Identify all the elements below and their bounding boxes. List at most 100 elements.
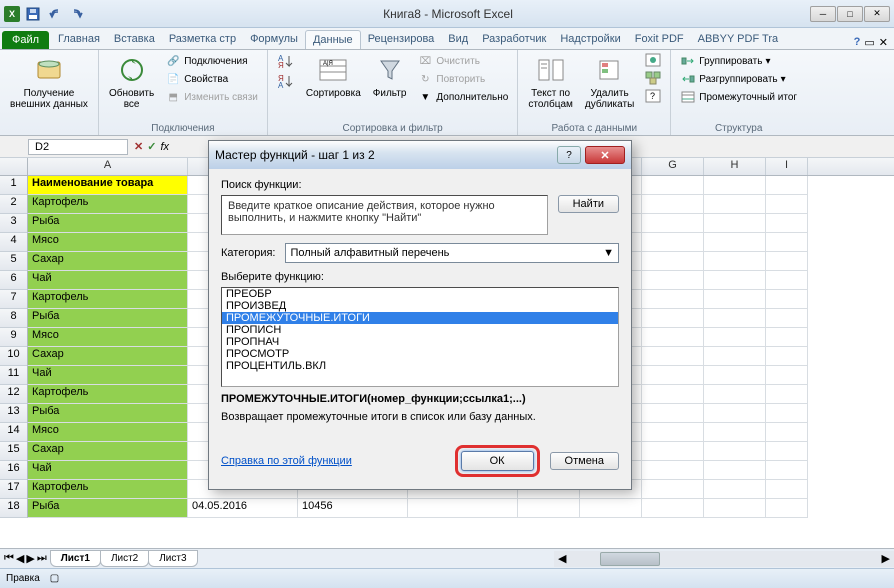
cell[interactable] [766, 290, 808, 309]
column-header[interactable]: G [642, 158, 704, 175]
function-help-link[interactable]: Справка по этой функции [221, 455, 352, 467]
scroll-left-icon[interactable]: ◀ [554, 552, 570, 565]
select-all-corner[interactable] [0, 158, 28, 175]
reapply-filter-button[interactable]: ↻Повторить [414, 70, 511, 88]
cell[interactable] [642, 385, 704, 404]
cell[interactable] [766, 442, 808, 461]
cell[interactable] [704, 309, 766, 328]
category-select[interactable]: Полный алфавитный перечень ▼ [285, 243, 619, 263]
cell[interactable]: Сахар [28, 252, 188, 271]
ribbon-minimize-icon[interactable]: ▭ [864, 36, 874, 49]
cell[interactable] [642, 347, 704, 366]
get-external-data-button[interactable]: Получение внешних данных [6, 52, 92, 112]
sort-desc-button[interactable]: ЯА [274, 72, 298, 90]
row-header[interactable]: 15 [0, 442, 28, 461]
tab-данные[interactable]: Данные [305, 30, 361, 49]
cell[interactable] [642, 271, 704, 290]
cell[interactable] [766, 271, 808, 290]
column-header[interactable]: H [704, 158, 766, 175]
cell[interactable] [704, 499, 766, 518]
group-button[interactable]: Группировать ▾ [677, 52, 800, 70]
tab-рецензирова[interactable]: Рецензирова [361, 30, 442, 49]
sheet-tab[interactable]: Лист2 [100, 550, 149, 567]
cell[interactable] [766, 461, 808, 480]
row-header[interactable]: 9 [0, 328, 28, 347]
cell[interactable] [766, 233, 808, 252]
dialog-close-button[interactable]: ✕ [585, 146, 625, 164]
sort-asc-button[interactable]: АЯ [274, 52, 298, 70]
cell[interactable]: Картофель [28, 480, 188, 499]
cell[interactable] [642, 442, 704, 461]
cell[interactable]: Картофель [28, 195, 188, 214]
cell[interactable] [642, 404, 704, 423]
cell[interactable] [704, 480, 766, 499]
consolidate-button[interactable] [642, 70, 664, 86]
cell[interactable] [766, 347, 808, 366]
sheet-nav-first-icon[interactable]: ⏮ [4, 552, 14, 565]
row-header[interactable]: 2 [0, 195, 28, 214]
cell[interactable] [766, 404, 808, 423]
redo-icon[interactable] [68, 5, 86, 23]
cell[interactable]: Чай [28, 366, 188, 385]
cell[interactable] [704, 290, 766, 309]
cell[interactable] [704, 271, 766, 290]
cell[interactable]: Картофель [28, 385, 188, 404]
cell[interactable]: Мясо [28, 423, 188, 442]
sheet-tab[interactable]: Лист3 [148, 550, 197, 567]
cell[interactable] [642, 480, 704, 499]
cell[interactable] [704, 195, 766, 214]
cell[interactable] [580, 499, 642, 518]
subtotal-button[interactable]: Промежуточный итог [677, 88, 800, 106]
maximize-button[interactable]: □ [837, 6, 863, 22]
cell[interactable] [766, 309, 808, 328]
cell[interactable] [766, 423, 808, 442]
cell[interactable]: 04.05.2016 [188, 499, 298, 518]
close-button[interactable]: ✕ [864, 6, 890, 22]
row-header[interactable]: 16 [0, 461, 28, 480]
cell[interactable] [642, 366, 704, 385]
refresh-all-button[interactable]: Обновить все [105, 52, 158, 112]
ok-button[interactable]: ОК [461, 451, 534, 471]
sheet-tab[interactable]: Лист1 [50, 550, 101, 567]
tab-вид[interactable]: Вид [441, 30, 475, 49]
cell[interactable] [704, 176, 766, 195]
row-header[interactable]: 5 [0, 252, 28, 271]
name-box[interactable]: D2 [28, 139, 128, 155]
cell[interactable] [642, 176, 704, 195]
cell[interactable] [642, 214, 704, 233]
file-tab[interactable]: Файл [2, 31, 49, 49]
dialog-titlebar[interactable]: Мастер функций - шаг 1 из 2 ? ✕ [209, 141, 631, 169]
save-icon[interactable] [24, 5, 42, 23]
cell[interactable] [642, 423, 704, 442]
advanced-filter-button[interactable]: ▼Дополнительно [414, 88, 511, 106]
column-header[interactable]: A [28, 158, 188, 175]
row-header[interactable]: 6 [0, 271, 28, 290]
cell[interactable] [766, 195, 808, 214]
cell[interactable]: Рыба [28, 214, 188, 233]
clear-filter-button[interactable]: ⌧Очистить [414, 52, 511, 70]
cell[interactable] [704, 423, 766, 442]
cell[interactable]: Мясо [28, 328, 188, 347]
undo-icon[interactable] [46, 5, 64, 23]
cell[interactable]: 10456 [298, 499, 408, 518]
properties-button[interactable]: 📄Свойства [162, 70, 261, 88]
cell[interactable] [766, 252, 808, 271]
scroll-right-icon[interactable]: ▶ [878, 552, 894, 565]
cell[interactable] [642, 499, 704, 518]
row-header[interactable]: 10 [0, 347, 28, 366]
cell[interactable] [766, 366, 808, 385]
cell[interactable] [704, 328, 766, 347]
cell[interactable] [704, 461, 766, 480]
cell[interactable]: Рыба [28, 309, 188, 328]
cell[interactable] [704, 385, 766, 404]
cell[interactable]: Наименование товара [28, 176, 188, 195]
cell[interactable] [704, 404, 766, 423]
cell[interactable] [704, 442, 766, 461]
scroll-thumb[interactable] [600, 552, 660, 566]
cell[interactable] [766, 328, 808, 347]
cell[interactable] [642, 233, 704, 252]
ribbon-close-icon[interactable]: ✕ [879, 36, 888, 49]
cell[interactable]: Сахар [28, 442, 188, 461]
whatif-button[interactable]: ? [642, 88, 664, 104]
tab-разработчик[interactable]: Разработчик [475, 30, 553, 49]
